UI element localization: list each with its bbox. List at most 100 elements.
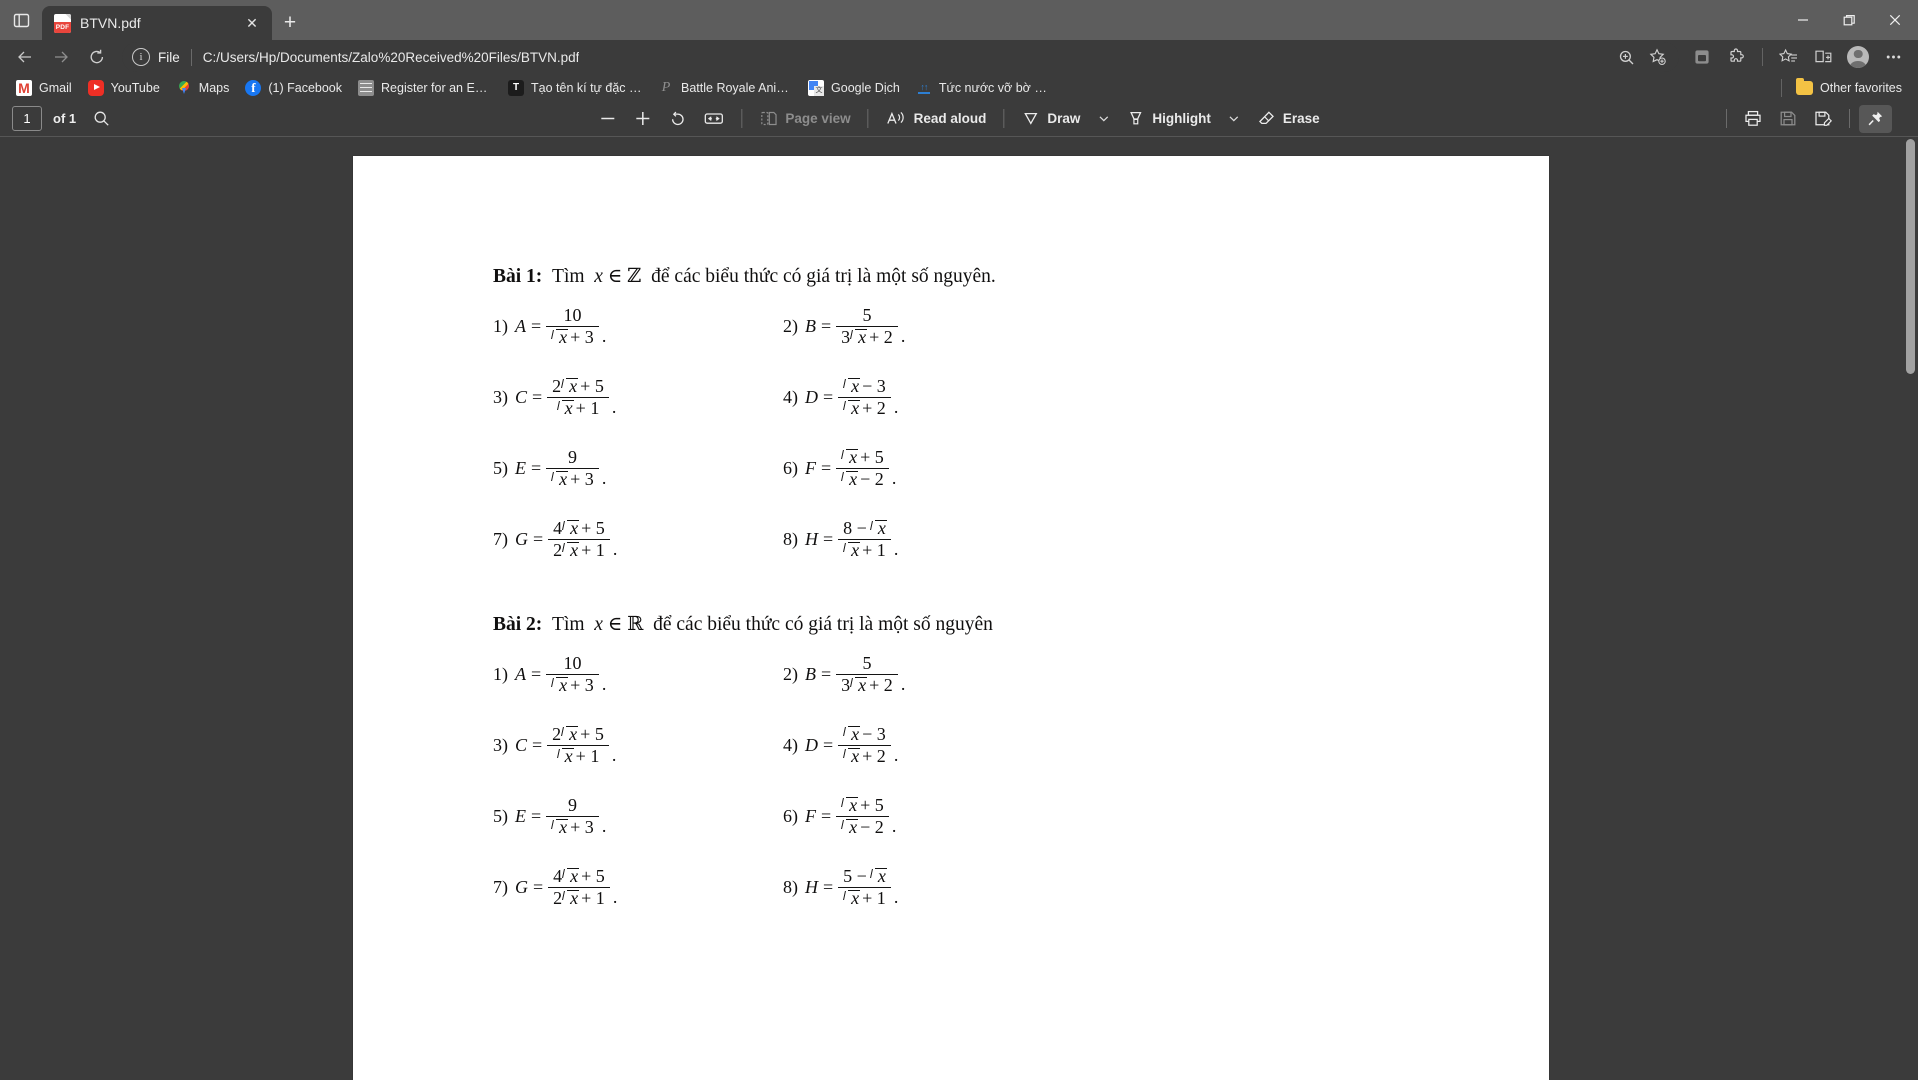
bookmark-register-epic[interactable]: Register for an Epic... xyxy=(350,77,500,99)
denominator: x − 2 xyxy=(836,469,889,489)
bookmark-google-dich[interactable]: Google Dịch xyxy=(800,77,908,99)
highlight-options-caret[interactable] xyxy=(1220,105,1248,133)
forward-icon[interactable] xyxy=(44,42,78,72)
vertical-scrollbar[interactable] xyxy=(1903,137,1918,1080)
bookmark-facebook[interactable]: (1) Facebook xyxy=(237,77,350,99)
blue-doc-icon xyxy=(916,80,932,96)
heading-text: Tìm xyxy=(552,614,585,635)
numerator: 2 x + 5 xyxy=(547,377,609,397)
bookmark-tuc-nuoc-vo-bo[interactable]: Tức nước vỡ bờ (Ph... xyxy=(908,77,1058,99)
bookmark-label: Google Dịch xyxy=(831,80,900,95)
close-window-button[interactable] xyxy=(1872,0,1918,40)
divider xyxy=(1849,109,1850,128)
sqrt-x: x xyxy=(841,796,859,815)
bookmark-youtube[interactable]: YouTube xyxy=(80,77,168,99)
extensions-icon[interactable] xyxy=(1720,42,1754,72)
other-favorites-button[interactable]: Other favorites xyxy=(1768,76,1908,100)
pdf-viewer[interactable]: Bài 1: Tìm x ∈ ℤ để các biểu thức có giá… xyxy=(0,137,1918,1080)
item-number: 1) xyxy=(493,315,508,336)
equals-sign: = xyxy=(531,457,542,478)
bookmark-label: (1) Facebook xyxy=(268,80,343,95)
zoom-in-icon[interactable] xyxy=(1611,43,1641,71)
site-info-icon[interactable]: i xyxy=(132,48,150,66)
denominator: x + 3 xyxy=(546,817,599,837)
denominator-text: + 1 xyxy=(581,540,605,561)
bookmark-tao-ten-ki-tu[interactable]: Tạo tên kí tự đặc bi... xyxy=(500,77,650,99)
equals-sign: = xyxy=(823,734,834,755)
expression-item: 8) H = 5 − x x + 1 . xyxy=(783,867,1073,908)
denominator: 3 x + 2 xyxy=(836,675,898,695)
bookmark-label: Maps xyxy=(198,80,230,95)
highlight-button[interactable]: Highlight xyxy=(1119,105,1217,133)
maximize-restore-button[interactable] xyxy=(1826,0,1872,40)
fit-to-width-icon[interactable] xyxy=(696,105,731,133)
draw-button[interactable]: Draw xyxy=(1014,105,1087,133)
numerator: 10 xyxy=(558,306,586,326)
save-icon[interactable] xyxy=(1771,105,1805,133)
draw-options-caret[interactable] xyxy=(1089,105,1117,133)
url-text[interactable]: C:/Users/Hp/Documents/Zalo%20Received%20… xyxy=(203,50,580,65)
item-number: 1) xyxy=(493,663,508,684)
denominator-text: + 2 xyxy=(869,327,893,348)
item-number: 2) xyxy=(783,663,798,684)
denominator: x + 1 xyxy=(552,746,605,766)
erase-button[interactable]: Erase xyxy=(1250,105,1327,133)
item-number: 8) xyxy=(783,528,798,549)
sqrt-x: x xyxy=(551,818,569,837)
browser-actions xyxy=(1685,42,1910,72)
equals-sign: = xyxy=(532,734,543,755)
sqrt-x: x xyxy=(551,676,569,695)
expression-row: 3) C = 2 x + 5 x + 1 . 4) D = x − 3 x + … xyxy=(493,377,1549,448)
rotate-icon[interactable] xyxy=(661,105,694,133)
fraction: 2 x + 5 x + 1 xyxy=(547,725,609,766)
folder-icon xyxy=(1796,77,1814,95)
divider xyxy=(1762,48,1763,66)
item-name: D xyxy=(805,386,818,407)
close-icon[interactable]: ✕ xyxy=(240,11,264,35)
read-aloud-button[interactable]: Read aloud xyxy=(879,105,994,133)
search-icon[interactable] xyxy=(86,105,117,133)
numerator-text: + 5 xyxy=(860,447,884,467)
numerator: 4 x + 5 xyxy=(548,867,610,887)
page-total-label: of 1 xyxy=(53,111,77,126)
browser-tab[interactable]: PDF BTVN.pdf ✕ xyxy=(42,6,272,40)
sqrt-x: x xyxy=(562,867,580,886)
item-number: 5) xyxy=(493,805,508,826)
zoom-out-button[interactable] xyxy=(591,105,624,133)
bookmark-maps[interactable]: Maps xyxy=(168,77,238,99)
bookmark-battle-royale[interactable]: Battle Royale Anim... xyxy=(650,77,800,99)
back-icon[interactable] xyxy=(8,42,42,72)
collections-icon[interactable] xyxy=(1685,42,1719,72)
more-options-icon[interactable] xyxy=(1876,42,1910,72)
item-name: H xyxy=(805,528,818,549)
item-name: G xyxy=(515,528,528,549)
period: . xyxy=(893,744,899,765)
pin-toolbar-icon[interactable] xyxy=(1859,104,1892,133)
save-as-icon[interactable] xyxy=(1806,105,1840,133)
period: . xyxy=(601,325,607,346)
add-favorite-icon[interactable] xyxy=(1643,43,1673,71)
numerator-coefficient: 4 xyxy=(553,518,563,538)
favorites-list-icon[interactable] xyxy=(1771,42,1805,72)
sqrt-x: x xyxy=(843,889,861,908)
scrollbar-thumb[interactable] xyxy=(1906,139,1915,374)
page-view-button[interactable]: Page view xyxy=(752,105,857,133)
expression-item: 2) B = 5 3 x + 2 . xyxy=(783,654,1073,695)
exercise-label: Bài 1: xyxy=(493,266,543,287)
heading-text: Tìm xyxy=(552,266,585,287)
refresh-icon[interactable] xyxy=(80,42,114,72)
profile-avatar[interactable] xyxy=(1841,42,1875,72)
minimize-button[interactable] xyxy=(1780,0,1826,40)
print-icon[interactable] xyxy=(1736,105,1770,133)
new-tab-button[interactable]: + xyxy=(272,6,308,40)
address-bar[interactable]: i File C:/Users/Hp/Documents/Zalo%20Rece… xyxy=(122,42,1679,72)
split-screen-icon[interactable] xyxy=(1806,42,1840,72)
tab-actions-icon[interactable] xyxy=(0,0,42,40)
zoom-in-button[interactable] xyxy=(626,105,659,133)
bookmark-gmail[interactable]: Gmail xyxy=(8,77,80,99)
exercise-heading-2: Bài 2: Tìm x ∈ ℝ để các biểu thức có giá… xyxy=(493,612,1549,636)
letter-p-icon xyxy=(658,80,674,96)
page-number-input[interactable]: 1 xyxy=(12,106,42,131)
expression-row: 7) G = 4 x + 5 2 x + 1 . 8) H = xyxy=(493,519,1549,590)
pdf-icon-label: PDF xyxy=(54,21,71,33)
